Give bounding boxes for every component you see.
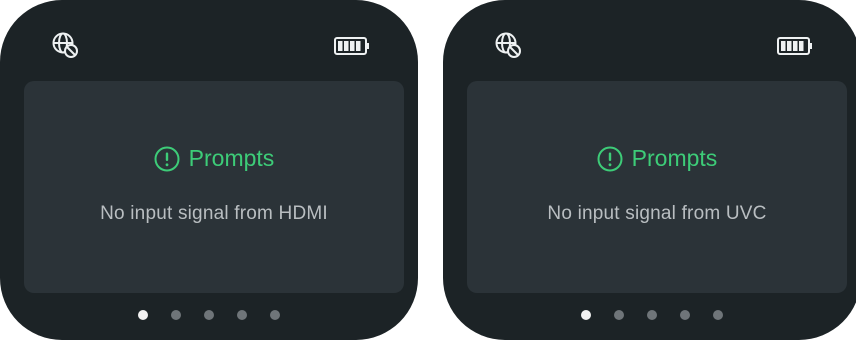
screenshot-stage: Prompts No input signal from HDMI Prompt… [0,0,856,340]
prompt-heading: Prompts [467,145,847,172]
prompt-card: Prompts No input signal from HDMI [24,81,404,293]
status-bar [443,0,856,80]
prompt-message: No input signal from HDMI [100,203,328,224]
page-dot-5[interactable] [713,310,723,320]
network-disabled-icon [495,32,521,58]
prompt-message: No input signal from UVC [547,203,767,224]
page-indicator [443,310,856,320]
alert-circle-icon [154,146,180,171]
device-display: Prompts No input signal from UVC [443,0,856,340]
page-dot-1[interactable] [138,310,148,320]
prompt-card: Prompts No input signal from UVC [467,81,847,293]
prompt-heading: Prompts [24,145,404,172]
battery-full-icon [777,37,812,55]
page-dot-2[interactable] [614,310,624,320]
device-screen-hdmi: Prompts No input signal from HDMI [0,0,418,340]
status-bar [0,0,418,80]
page-dot-4[interactable] [237,310,247,320]
device-screen-uvc: Prompts No input signal from UVC [443,0,856,340]
page-dot-5[interactable] [270,310,280,320]
page-dot-1[interactable] [581,310,591,320]
page-dot-2[interactable] [171,310,181,320]
page-dot-3[interactable] [204,310,214,320]
prompt-title: Prompts [631,145,718,171]
page-indicator [0,310,418,320]
page-dot-4[interactable] [680,310,690,320]
page-dot-3[interactable] [647,310,657,320]
alert-circle-icon [597,146,623,171]
prompt-title: Prompts [188,145,275,171]
device-display: Prompts No input signal from HDMI [0,0,418,340]
network-disabled-icon [52,32,78,58]
battery-full-icon [334,37,369,55]
